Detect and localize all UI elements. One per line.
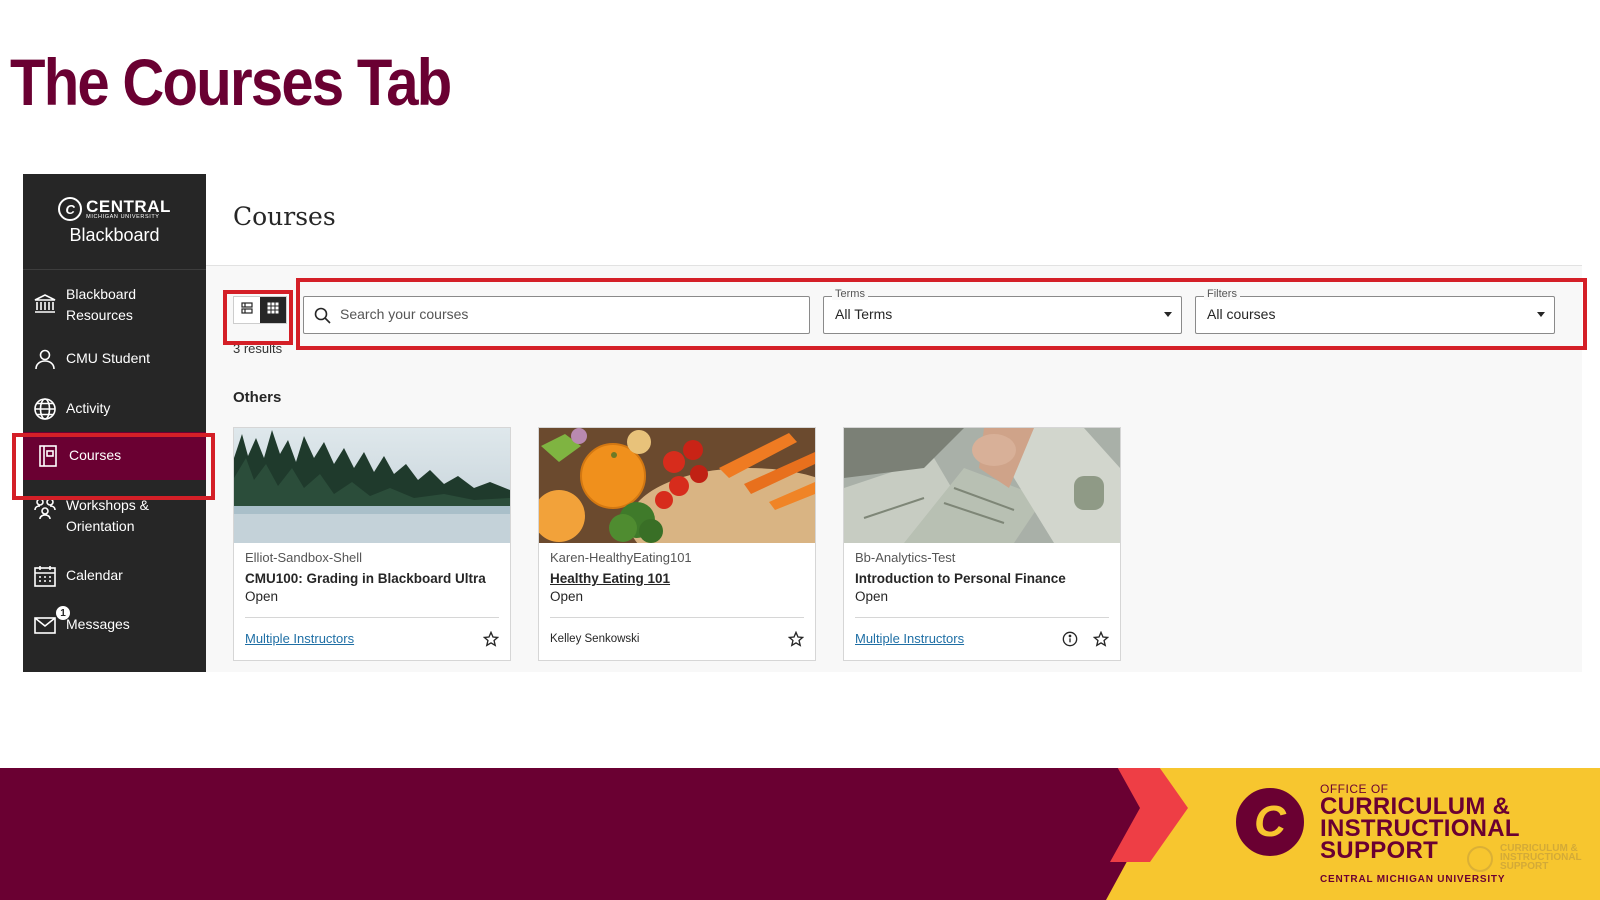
- divider: [855, 617, 1109, 618]
- course-code: Karen-HealthyEating101: [550, 550, 692, 565]
- info-icon[interactable]: [1062, 631, 1078, 652]
- main-content: Courses Terms All Terms: [206, 174, 1582, 672]
- course-name[interactable]: Healthy Eating 101: [550, 571, 670, 586]
- divider: [550, 617, 804, 618]
- sidebar-item-cmu-student[interactable]: CMU Student: [23, 344, 206, 374]
- favorite-star-icon[interactable]: [1092, 630, 1110, 652]
- sidebar-item-label: Orientation: [66, 518, 135, 534]
- course-code: Bb-Analytics-Test: [855, 550, 956, 565]
- favorite-star-icon[interactable]: [787, 630, 805, 652]
- page-header: Courses: [206, 174, 1582, 266]
- course-card[interactable]: Bb-Analytics-Test Introduction to Person…: [843, 427, 1121, 661]
- instructors-link[interactable]: Multiple Instructors: [855, 631, 964, 646]
- blackboard-app: C CENTRAL MICHIGAN UNIVERSITY Blackboard…: [23, 174, 1582, 672]
- logo-text: CENTRAL: [86, 196, 171, 216]
- divider: [245, 617, 499, 618]
- brand-university: CENTRAL MICHIGAN UNIVERSITY: [1320, 874, 1506, 885]
- favorite-star-icon[interactable]: [482, 630, 500, 652]
- calendar-icon: [33, 564, 57, 588]
- watermark-logo-icon: [1467, 846, 1493, 872]
- watermark-line: SUPPORT: [1500, 861, 1549, 872]
- course-name[interactable]: CMU100: Grading in Blackboard Ultra: [245, 571, 486, 586]
- course-status: Open: [855, 589, 889, 604]
- course-image-forest: [234, 428, 510, 543]
- sidebar-item-label: CMU Student: [66, 350, 151, 366]
- instructors-link[interactable]: Multiple Instructors: [245, 631, 354, 646]
- sidebar-item-label: Messages: [66, 616, 130, 632]
- sidebar-item-calendar[interactable]: Calendar: [23, 561, 206, 591]
- course-card[interactable]: Karen-HealthyEating101 Healthy Eating 10…: [538, 427, 816, 661]
- course-card[interactable]: Elliot-Sandbox-Shell CMU100: Grading in …: [233, 427, 511, 661]
- cmu-logo-icon: C: [1232, 784, 1308, 860]
- sidebar-item-activity[interactable]: Activity: [23, 394, 206, 424]
- brand-logo[interactable]: C CENTRAL MICHIGAN UNIVERSITY Blackboard: [23, 174, 206, 270]
- cmu-logo-icon: C: [58, 197, 83, 221]
- envelope-icon: 1: [33, 605, 71, 637]
- sidebar-item-messages[interactable]: 1 Messages: [23, 605, 206, 640]
- course-status: Open: [245, 589, 279, 604]
- slide-title: The Courses Tab: [10, 45, 452, 119]
- sidebar-item-label: Blackboard: [66, 286, 137, 302]
- page-title: Courses: [233, 202, 336, 231]
- sidebar-item-label: Resources: [66, 307, 133, 323]
- course-image-vegetables: [539, 428, 815, 543]
- view-toggle-highlight-box: [223, 290, 293, 345]
- institution-icon: [33, 292, 57, 316]
- logo-subtext: MICHIGAN UNIVERSITY: [86, 213, 160, 220]
- sidebar-item-blackboard-resources[interactable]: Blackboard Resources: [23, 277, 206, 331]
- blackboard-wordmark: Blackboard: [69, 225, 160, 245]
- sidebar-item-label: Calendar: [66, 567, 123, 583]
- course-image-money: [844, 428, 1120, 543]
- sidebar-item-label: Activity: [66, 400, 111, 416]
- brand-watermark: CURRICULUM & INSTRUCTIONAL SUPPORT: [1500, 844, 1582, 872]
- sidebar: C CENTRAL MICHIGAN UNIVERSITY Blackboard…: [23, 174, 206, 672]
- section-heading: Others: [233, 389, 282, 406]
- globe-icon: [33, 397, 57, 421]
- instructor-name: Kelley Senkowski: [550, 633, 640, 645]
- course-status: Open: [550, 589, 584, 604]
- courses-highlight-box: [12, 433, 215, 500]
- sidebar-item-workshops[interactable]: Workshops & Orientation: [23, 492, 206, 546]
- course-code: Elliot-Sandbox-Shell: [245, 550, 363, 565]
- course-name[interactable]: Introduction to Personal Finance: [855, 571, 1066, 586]
- person-icon: [33, 347, 57, 371]
- search-filters-highlight-box: [296, 278, 1587, 350]
